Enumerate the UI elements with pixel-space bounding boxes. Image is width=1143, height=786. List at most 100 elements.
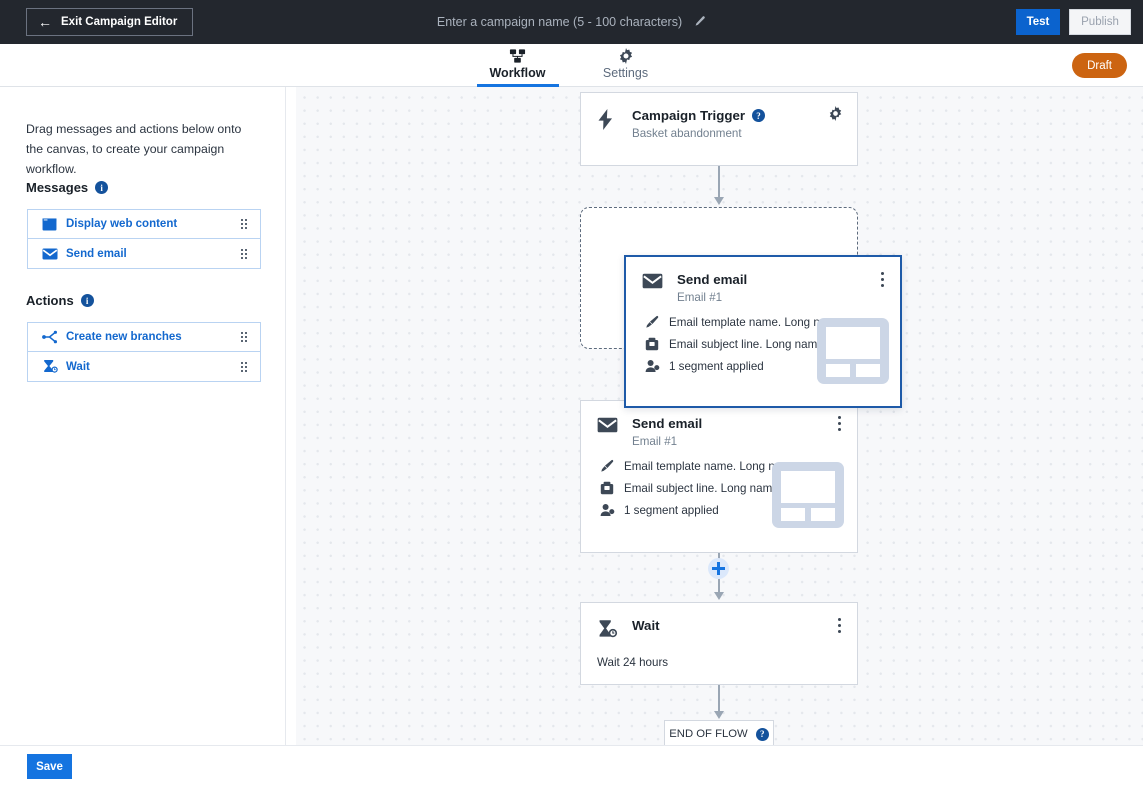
node-header: Send email Email #1 (581, 401, 857, 448)
node-title: Send email (677, 272, 748, 287)
gear-icon (618, 47, 634, 64)
palette-item-send-email[interactable]: Send email (28, 239, 260, 268)
workflow-canvas[interactable]: Campaign Trigger ? Basket abandonment Se… (296, 87, 1143, 745)
end-of-flow-label: END OF FLOW (669, 728, 748, 740)
drag-handle-icon[interactable] (241, 361, 247, 372)
subject-icon (644, 337, 660, 351)
footer-bar: Save (0, 745, 1143, 786)
kebab-menu-icon[interactable] (838, 416, 841, 431)
meta-text-template: Email template name. Long n... (669, 315, 830, 329)
palette-item-create-new-branches[interactable]: Create new branches (28, 323, 260, 352)
email-layout-thumbnail (772, 462, 844, 528)
meta-text-segment: 1 segment applied (624, 503, 719, 517)
connector-line (718, 166, 720, 199)
palette-label-display-web-content: Display web content (66, 218, 178, 230)
publish-button[interactable]: Publish (1069, 9, 1131, 35)
palette-actions: Create new branches Wait (27, 322, 261, 382)
lightning-bolt-icon (597, 108, 632, 130)
info-icon[interactable]: i (80, 294, 94, 307)
connector-arrow (713, 197, 724, 205)
top-bar-actions: Test Publish (1016, 0, 1131, 44)
palette-label-create-new-branches: Create new branches (66, 331, 182, 343)
meta-text-subject: Email subject line. Long nam... (669, 337, 827, 351)
sidebar-group-title-actions: Actions (26, 293, 74, 308)
subject-icon (599, 481, 615, 495)
meta-text-segment: 1 segment applied (669, 359, 764, 373)
add-step-button[interactable] (708, 558, 729, 579)
kebab-menu-icon[interactable] (838, 618, 841, 633)
envelope-icon (597, 416, 632, 433)
node-header: Campaign Trigger ? Basket abandonment (581, 93, 857, 140)
meta-text-template: Email template name. Long n... (624, 459, 785, 473)
exit-campaign-editor-button[interactable]: ← Exit Campaign Editor (26, 8, 194, 36)
test-button[interactable]: Test (1016, 9, 1060, 35)
node-send-email-dragging[interactable]: Send email Email #1 Email template name.… (624, 255, 902, 408)
node-campaign-trigger[interactable]: Campaign Trigger ? Basket abandonment (580, 92, 858, 166)
drag-handle-icon[interactable] (241, 248, 247, 259)
status-badge[interactable]: Draft (1072, 53, 1127, 78)
connector-arrow (713, 711, 724, 719)
brush-icon (599, 459, 615, 473)
sidebar-group-heading-messages: Messages i (26, 180, 109, 195)
palette-label-send-email: Send email (66, 247, 127, 260)
node-header-text: Wait (632, 618, 660, 633)
email-layout-thumbnail (817, 318, 889, 384)
sidebar-group-title-messages: Messages (26, 180, 89, 195)
wait-detail-text: Wait 24 hours (597, 656, 669, 669)
node-subtitle: Basket abandonment (632, 127, 742, 140)
end-of-flow-marker: END OF FLOW ? (664, 720, 774, 745)
arrow-left-icon: ← (38, 14, 52, 30)
canvas-scrollbar[interactable] (286, 87, 296, 745)
node-title: Send email (632, 416, 703, 431)
top-bar: ← Exit Campaign Editor Enter a campaign … (0, 0, 1143, 44)
pencil-icon[interactable] (692, 15, 706, 29)
sidebar: Drag messages and actions below onto the… (0, 87, 286, 745)
help-icon[interactable]: ? (755, 727, 769, 741)
branch-icon (42, 330, 66, 344)
campaign-editor-app: ← Exit Campaign Editor Enter a campaign … (0, 0, 1143, 786)
node-header: Send email Email #1 (626, 257, 900, 304)
meta-text-subject: Email subject line. Long nam... (624, 481, 782, 495)
campaign-name-input[interactable]: Enter a campaign name (5 - 100 character… (437, 15, 682, 29)
segment-icon (644, 359, 660, 373)
exit-campaign-editor-label: Exit Campaign Editor (61, 16, 178, 28)
save-button[interactable]: Save (27, 754, 72, 779)
hourglass-icon (597, 618, 632, 639)
drag-handle-icon[interactable] (241, 332, 247, 342)
node-header-text: Send email Email #1 (632, 416, 702, 448)
palette-item-wait[interactable]: Wait (28, 352, 260, 381)
tab-settings[interactable]: Settings (585, 44, 667, 87)
node-header-text: Send email Email #1 (677, 272, 747, 304)
node-title: Wait (632, 618, 660, 633)
brush-icon (644, 315, 660, 329)
sidebar-intro-text: Drag messages and actions below onto the… (26, 122, 242, 176)
drag-handle-icon[interactable] (241, 219, 247, 229)
tab-settings-label: Settings (602, 66, 649, 80)
tab-workflow[interactable]: Workflow (476, 44, 559, 87)
node-header-text: Campaign Trigger ? Basket abandonment (632, 108, 766, 140)
connector-arrow (713, 592, 724, 600)
kebab-menu-icon[interactable] (881, 272, 884, 287)
gear-icon[interactable] (828, 106, 843, 121)
node-send-email[interactable]: Send email Email #1 Email template name.… (580, 400, 858, 553)
connector-line (718, 685, 720, 712)
node-header: Wait (581, 603, 857, 639)
palette-messages: Display web content Send email (27, 209, 261, 269)
envelope-icon (42, 248, 66, 260)
sidebar-group-heading-actions: Actions i (26, 293, 94, 308)
tab-bar: Workflow Settings Draft (0, 44, 1143, 87)
node-wait[interactable]: Wait Wait 24 hours (580, 602, 858, 685)
node-subtitle: Email #1 (677, 291, 723, 304)
node-subtitle: Email #1 (632, 435, 678, 448)
tab-list: Workflow Settings (0, 44, 1143, 87)
workflow-icon (509, 47, 526, 64)
node-title: Campaign Trigger ? (632, 108, 766, 123)
hourglass-icon (42, 359, 66, 374)
info-icon[interactable]: i (95, 181, 109, 194)
workflow-canvas-container: Campaign Trigger ? Basket abandonment Se… (286, 87, 1143, 745)
help-icon[interactable]: ? (752, 109, 766, 122)
web-content-icon (42, 217, 66, 231)
segment-icon (599, 503, 615, 517)
palette-item-display-web-content[interactable]: Display web content (28, 210, 260, 239)
palette-label-wait: Wait (66, 360, 90, 373)
